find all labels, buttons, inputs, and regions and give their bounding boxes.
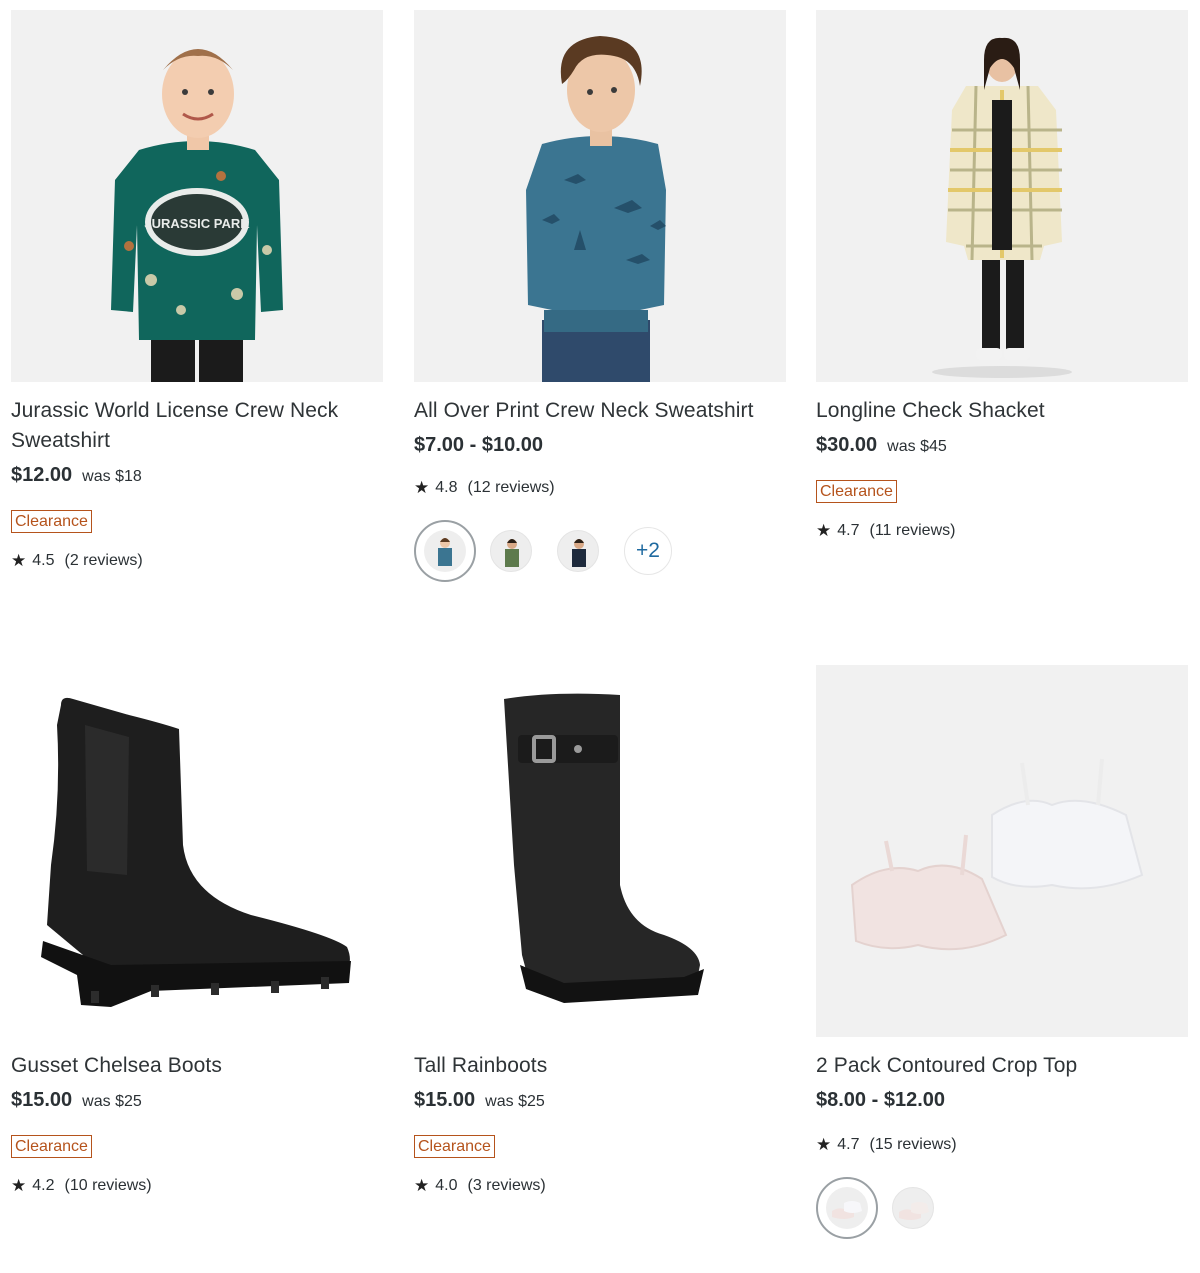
product-rating: ★ 4.7 (15 reviews) (816, 1135, 1188, 1155)
price-row: $15.00 was $25 (11, 1089, 383, 1113)
price-row: $30.00 was $45 (816, 434, 1188, 458)
rating-value: 4.7 (837, 1136, 860, 1153)
clearance-badge: Clearance (414, 1135, 495, 1158)
price-row: $7.00 - $10.00 (414, 434, 786, 458)
star-icon: ★ (414, 1176, 430, 1195)
product-card[interactable]: Tall Rainboots $15.00 was $25 Clearance … (414, 665, 786, 1196)
star-icon: ★ (11, 551, 27, 570)
swatch-thumbnail-icon (505, 539, 519, 567)
product-card[interactable]: Longline Check Shacket $30.00 was $45 Cl… (816, 10, 1188, 541)
sweatshirt-print-text: JURASSIC PARK (144, 216, 250, 231)
color-swatch[interactable] (490, 530, 532, 572)
chelsea-boot-image (41, 697, 351, 1007)
rating-value: 4.8 (435, 479, 458, 496)
color-swatches: +2 (414, 520, 786, 582)
clearance-badge: Clearance (816, 480, 897, 503)
swatch-thumbnail-icon (832, 1201, 862, 1219)
product-image[interactable] (816, 10, 1188, 382)
product-price: $7.00 - $10.00 (414, 434, 543, 456)
kids-wolf-sweatshirt-image (526, 36, 666, 382)
product-price: $15.00 (11, 1089, 73, 1111)
review-count[interactable]: (2 reviews) (65, 552, 143, 570)
product-image[interactable] (11, 665, 383, 1037)
rating-value: 4.2 (32, 1177, 55, 1194)
star-icon: ★ (816, 1135, 832, 1154)
product-image[interactable] (414, 10, 786, 382)
price-row: $8.00 - $12.00 (816, 1089, 1188, 1113)
product-grid: JURASSIC PARK Jurassic World License Cre… (0, 0, 1200, 1273)
product-card[interactable]: Gusset Chelsea Boots $15.00 was $25 Clea… (11, 665, 383, 1196)
price-row: $15.00 was $25 (414, 1089, 786, 1113)
product-title[interactable]: Jurassic World License Crew Neck Sweatsh… (11, 396, 383, 456)
product-title[interactable]: Gusset Chelsea Boots (11, 1051, 383, 1081)
crop-top-bras-image (850, 758, 1144, 951)
product-image[interactable] (816, 665, 1188, 1037)
product-rating: ★ 4.5 (2 reviews) (11, 551, 383, 571)
color-swatch-selected[interactable] (816, 1177, 878, 1239)
price-row: $12.00 was $18 (11, 464, 383, 488)
was-price: was $25 (82, 1093, 142, 1110)
star-icon: ★ (11, 1176, 27, 1195)
product-rating: ★ 4.8 (12 reviews) (414, 478, 786, 498)
product-rating: ★ 4.2 (10 reviews) (11, 1176, 383, 1196)
clearance-badge: Clearance (11, 510, 92, 533)
product-card[interactable]: 2 Pack Contoured Crop Top $8.00 - $12.00… (816, 665, 1188, 1239)
product-card[interactable]: All Over Print Crew Neck Sweatshirt $7.0… (414, 10, 786, 582)
product-title[interactable]: Tall Rainboots (414, 1051, 786, 1081)
product-title[interactable]: 2 Pack Contoured Crop Top (816, 1051, 1188, 1081)
kids-dino-sweatshirt-image: JURASSIC PARK (111, 49, 283, 382)
color-swatches (816, 1177, 1188, 1239)
product-price: $8.00 - $12.00 (816, 1089, 945, 1111)
clearance-badge: Clearance (11, 1135, 92, 1158)
was-price: was $18 (82, 468, 142, 485)
review-count[interactable]: (12 reviews) (468, 479, 555, 497)
product-rating: ★ 4.0 (3 reviews) (414, 1176, 786, 1196)
was-price: was $25 (485, 1093, 545, 1110)
color-swatch[interactable] (892, 1187, 934, 1229)
more-colors-button[interactable]: +2 (624, 527, 672, 575)
product-card[interactable]: JURASSIC PARK Jurassic World License Cre… (11, 10, 383, 571)
was-price: was $45 (887, 438, 947, 455)
product-image[interactable] (414, 665, 786, 1037)
review-count[interactable]: (3 reviews) (468, 1177, 546, 1195)
product-price: $12.00 (11, 464, 73, 486)
product-title[interactable]: Longline Check Shacket (816, 396, 1188, 426)
rating-value: 4.7 (837, 522, 860, 539)
product-price: $30.00 (816, 434, 878, 456)
review-count[interactable]: (11 reviews) (870, 522, 956, 540)
star-icon: ★ (414, 478, 430, 497)
review-count[interactable]: (15 reviews) (870, 1136, 957, 1154)
rating-value: 4.5 (32, 552, 55, 569)
review-count[interactable]: (10 reviews) (65, 1177, 152, 1195)
check-shacket-image (932, 37, 1072, 378)
product-title[interactable]: All Over Print Crew Neck Sweatshirt (414, 396, 786, 426)
swatch-thumbnail-icon (572, 539, 586, 567)
product-image[interactable]: JURASSIC PARK (11, 10, 383, 382)
product-price: $15.00 (414, 1089, 476, 1111)
swatch-thumbnail-icon (899, 1202, 929, 1220)
product-rating: ★ 4.7 (11 reviews) (816, 521, 1188, 541)
color-swatch-selected[interactable] (414, 520, 476, 582)
swatch-thumbnail-icon (438, 538, 452, 566)
rating-value: 4.0 (435, 1177, 458, 1194)
star-icon: ★ (816, 521, 832, 540)
rainboot-image (504, 693, 704, 1003)
color-swatch[interactable] (557, 530, 599, 572)
